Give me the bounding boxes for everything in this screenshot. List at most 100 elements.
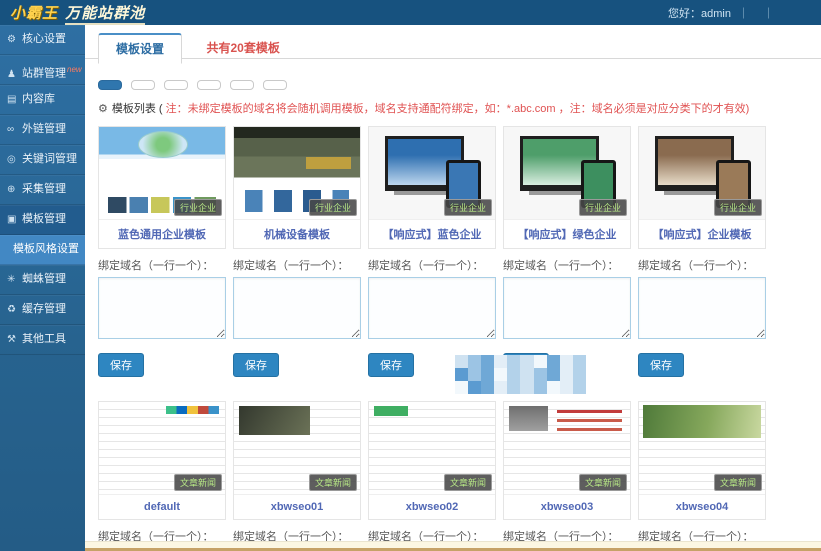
sidebar-item-label: 其他工具 [22,333,66,345]
tools-icon: ⚒ [7,334,16,345]
list-gear-icon: ⚙ [98,103,108,115]
tab-template-settings[interactable]: 模板设置 [98,33,183,64]
sidebar-item-label: 采集管理 [22,183,66,195]
sidebar-item-label: 内容库 [22,93,55,105]
template-card: 文章新闻 xbwseo04 绑定域名（一行一个）： 保存 [638,401,766,551]
category-filter-button[interactable] [98,80,122,90]
template-title-link[interactable]: xbwseo04 [639,494,765,519]
template-card: 行业企业 【响应式】蓝色企业 绑定域名（一行一个）： 保存 [368,126,496,377]
sidebar-item-label: 外链管理 [22,123,66,135]
template-thumbnail[interactable]: 文章新闻 [504,402,630,494]
censored-watermark [455,355,586,394]
template-card-box: 行业企业 【响应式】企业模板 [638,126,766,249]
template-thumbnail[interactable]: 行业企业 [369,127,495,219]
app-logo: 小霸王 万能站群池 [10,2,146,25]
save-button[interactable]: 保存 [368,353,414,377]
template-title-link[interactable]: xbwseo01 [234,494,360,519]
category-badge: 文章新闻 [173,474,222,491]
sidebar-item[interactable]: ∞ 外链管理 [0,115,85,145]
save-button[interactable]: 保存 [233,353,279,377]
category-badge: 文章新闻 [308,474,357,491]
library-icon: ▤ [7,94,17,105]
template-card: 行业企业 机械设备模板 绑定域名（一行一个）： 保存 [233,126,361,377]
category-badge: 行业企业 [308,199,357,216]
sidebar-item-label: 蜘蛛管理 [22,273,66,285]
template-card-box: 文章新闻 xbwseo02 [368,401,496,520]
users-icon: ♟ [7,68,16,80]
domain-input[interactable] [638,277,766,339]
domain-input[interactable] [98,277,226,339]
sidebar-item[interactable]: ✳ 蜘蛛管理 [0,265,85,295]
template-title-link[interactable]: xbwseo02 [369,494,495,519]
template-card: 行业企业 【响应式】企业模板 绑定域名（一行一个）： 保存 [638,126,766,377]
binding-rules-note: 注：未绑定模板的域名将会随机调用模板，域名支持通配符绑定，如：*.abc.com… [165,103,750,115]
logo-main-text: 小霸王 [10,5,59,22]
template-card-box: 行业企业 【响应式】蓝色企业 [368,126,496,249]
sidebar-item[interactable]: ▣ 模板管理 [0,205,85,235]
template-card: 文章新闻 default 绑定域名（一行一个）： 保存 [98,401,226,551]
template-icon: ▣ [7,214,17,225]
new-badge: new [67,65,82,74]
app-window: 小霸王 万能站群池 您好：admin ｜ ｜ ⚙ 核心设置 ♟ 站群管理new ▤ 内… [0,0,821,551]
category-badge: 文章新闻 [713,474,762,491]
category-badge: 行业企业 [443,199,492,216]
template-card-box: 行业企业 蓝色通用企业模板 [98,126,226,249]
sidebar-item[interactable]: ⚙ 核心设置 [0,25,85,55]
category-filter-button[interactable] [230,80,254,90]
content-area: 模板设置 共有20套模板 ⚙ 模板列表 ( 注：未绑定模板的域名将会随机调用模板，… [85,25,821,551]
template-thumbnail[interactable]: 文章新闻 [369,402,495,494]
template-card-box: 文章新闻 default [98,401,226,520]
sidebar-item[interactable]: 模板风格设置 [0,235,85,265]
category-filter-button[interactable] [131,80,155,90]
sidebar-item[interactable]: ♟ 站群管理new [0,55,85,85]
template-title-link[interactable]: 蓝色通用企业模板 [99,219,225,248]
template-title-link[interactable]: 【响应式】企业模板 [639,219,765,248]
bind-domain-label: 绑定域名（一行一个）： [233,260,349,272]
sidebar-item[interactable]: ⊕ 采集管理 [0,175,85,205]
template-card: 文章新闻 xbwseo02 绑定域名（一行一个）： 保存 [368,401,496,551]
category-filter-button[interactable] [164,80,188,90]
separator: ｜ [738,7,749,20]
template-thumbnail[interactable]: 行业企业 [504,127,630,219]
category-badge: 文章新闻 [578,474,627,491]
template-card-box: 文章新闻 xbwseo04 [638,401,766,520]
spider-icon: ✳ [7,274,16,285]
category-filter-button[interactable] [263,80,287,90]
template-card-box: 行业企业 【响应式】绿色企业 [503,126,631,249]
logo-sub-text: 万能站群池 [65,5,146,25]
template-thumbnail[interactable]: 行业企业 [639,127,765,219]
domain-input[interactable] [368,277,496,339]
sidebar-item-label: 模板管理 [22,213,66,225]
sidebar-item[interactable]: ♻ 缓存管理 [0,295,85,325]
template-card: 文章新闻 xbwseo03 绑定域名（一行一个）： 保存 [503,401,631,551]
category-badge: 行业企业 [578,199,627,216]
category-badge: 行业企业 [173,199,222,216]
keyword-icon: ◎ [7,154,16,165]
header-nav: 您好：admin ｜ ｜ [668,5,811,21]
template-thumbnail[interactable]: 文章新闻 [234,402,360,494]
sidebar: ⚙ 核心设置 ♟ 站群管理new ▤ 内容库 ∞ 外链管理 ◎ 关键词管理 ⊕ 采集管理 ▣… [0,25,85,551]
template-title-link[interactable]: 【响应式】绿色企业 [504,219,630,248]
bind-domain-label: 绑定域名（一行一个）： [638,260,754,272]
user-greeting: 您好：admin [668,7,731,20]
template-title-link[interactable]: 机械设备模板 [234,219,360,248]
sidebar-item[interactable]: ◎ 关键词管理 [0,145,85,175]
template-title-link[interactable]: default [99,494,225,519]
bind-domain-label: 绑定域名（一行一个）： [368,260,484,272]
template-thumbnail[interactable]: 行业企业 [99,127,225,219]
cache-icon: ♻ [7,304,16,315]
template-title-link[interactable]: 【响应式】蓝色企业 [369,219,495,248]
template-thumbnail[interactable]: 文章新闻 [99,402,225,494]
category-filter-button[interactable] [197,80,221,90]
sidebar-item[interactable]: ▤ 内容库 [0,85,85,115]
category-filter-bar [98,72,821,90]
save-button[interactable]: 保存 [98,353,144,377]
bind-domain-label: 绑定域名（一行一个）： [98,260,214,272]
template-thumbnail[interactable]: 行业企业 [234,127,360,219]
sidebar-item[interactable]: ⚒ 其他工具 [0,325,85,355]
domain-input[interactable] [503,277,631,339]
domain-input[interactable] [233,277,361,339]
save-button[interactable]: 保存 [638,353,684,377]
template-thumbnail[interactable]: 文章新闻 [639,402,765,494]
template-title-link[interactable]: xbwseo03 [504,494,630,519]
